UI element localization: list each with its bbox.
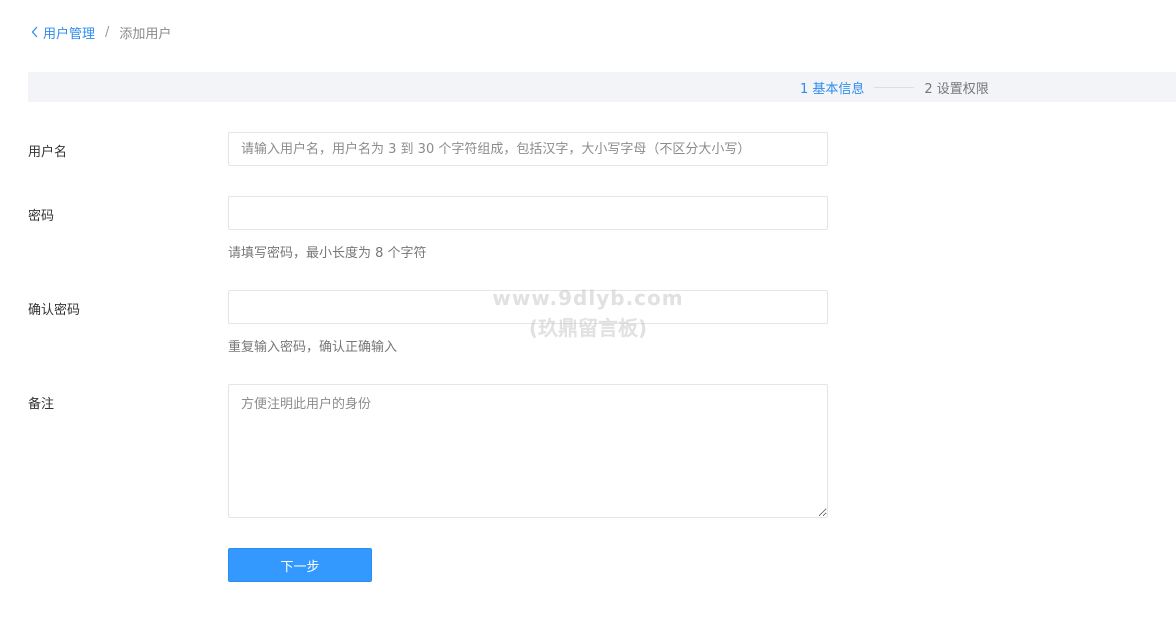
breadcrumb-current: 添加用户 (119, 26, 172, 42)
breadcrumb: 用户管理 / 添加用户 (31, 22, 171, 42)
password-label: 密码 (28, 209, 55, 224)
steps-bar: 1 基本信息 2 设置权限 (28, 72, 1176, 102)
page: 用户管理 / 添加用户 1 基本信息 2 设置权限 用户名 密码 请填写密码，最… (0, 0, 1176, 631)
confirm-password-input[interactable] (228, 290, 828, 324)
breadcrumb-separator: / (105, 24, 110, 40)
step-basic-info: 1 基本信息 (800, 81, 865, 97)
steps: 1 基本信息 2 设置权限 (800, 72, 989, 102)
chevron-left-icon (31, 26, 38, 38)
breadcrumb-back-label: 用户管理 (43, 26, 96, 42)
password-input[interactable] (228, 196, 828, 230)
password-help: 请填写密码，最小长度为 8 个字符 (228, 246, 427, 261)
step-connector (874, 86, 915, 88)
username-input[interactable] (228, 132, 828, 166)
next-step-button[interactable]: 下一步 (228, 548, 372, 582)
remark-textarea[interactable] (228, 384, 828, 518)
confirm-password-help: 重复输入密码，确认正确输入 (228, 340, 398, 355)
username-label: 用户名 (28, 145, 68, 160)
step-permissions: 2 设置权限 (924, 81, 989, 97)
breadcrumb-back-link[interactable]: 用户管理 (31, 23, 95, 42)
confirm-password-label: 确认密码 (28, 303, 81, 318)
remark-label: 备注 (28, 397, 55, 412)
